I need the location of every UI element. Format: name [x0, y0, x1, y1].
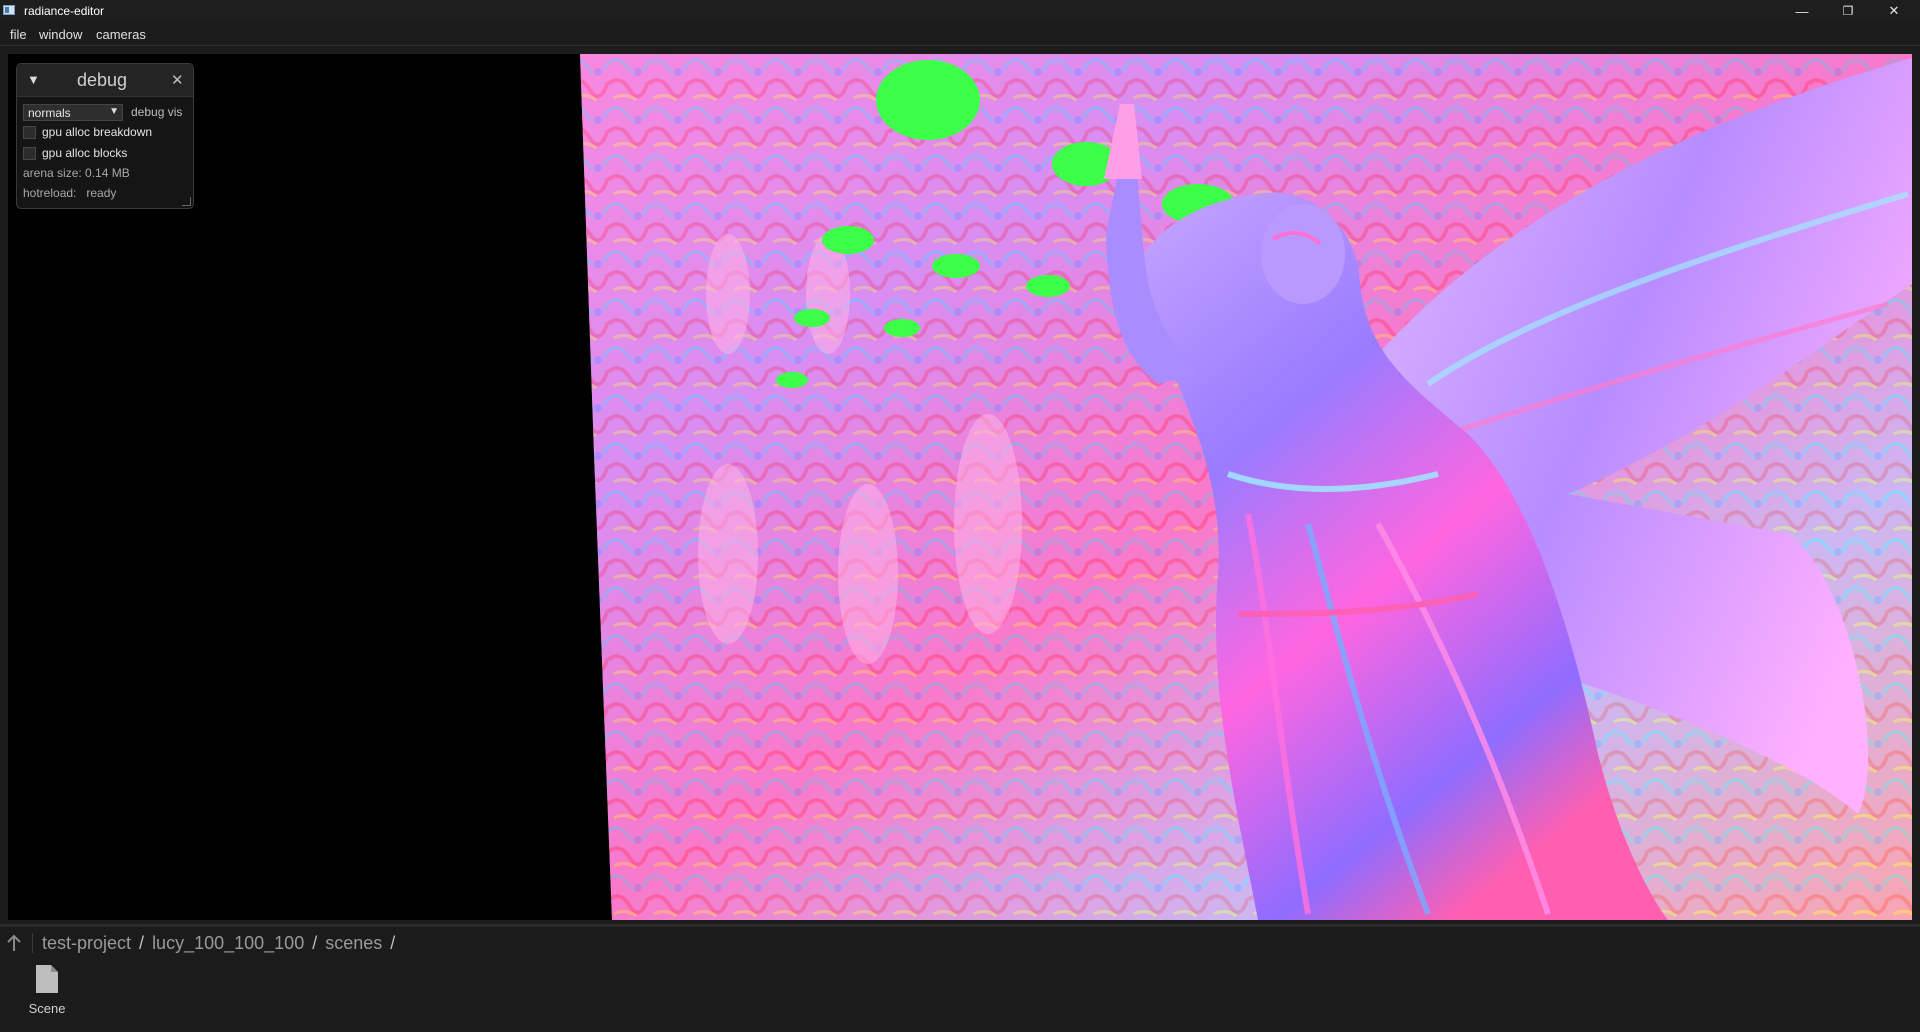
divider [32, 933, 33, 953]
gpu-alloc-breakdown-label: gpu alloc breakdown [42, 125, 153, 139]
normals-render [580, 54, 1912, 920]
debug-vis-label: debug vis [131, 105, 183, 119]
debug-vis-value: normals [28, 106, 71, 120]
hotreload-status: hotreload: ready [23, 186, 117, 200]
breadcrumb-lucy[interactable]: lucy_100_100_100 [152, 933, 304, 953]
close-window-button[interactable]: ✕ [1872, 0, 1916, 22]
window-title: radiance-editor [24, 4, 105, 18]
minimize-button[interactable]: — [1780, 0, 1824, 22]
app-icon [3, 5, 15, 15]
menu-cameras[interactable]: cameras [96, 27, 146, 42]
breadcrumb-separator: / [390, 933, 396, 953]
collapse-triangle-icon[interactable]: ▼ [27, 72, 40, 87]
breadcrumb: test-project / lucy_100_100_100 / scenes / [42, 933, 403, 954]
menu-file[interactable]: file [10, 27, 27, 42]
breadcrumb-separator: / [139, 933, 145, 953]
breadcrumb-separator: / [312, 933, 318, 953]
menu-bar: file window cameras [0, 22, 1920, 46]
gpu-alloc-blocks-label: gpu alloc blocks [42, 146, 128, 160]
close-icon[interactable]: ✕ [171, 71, 184, 89]
file-item-label: Scene [28, 1001, 66, 1016]
file-browser-panel: test-project / lucy_100_100_100 / scenes / Sc… [0, 927, 1920, 1032]
restore-button[interactable]: ❐ [1826, 0, 1870, 22]
gpu-alloc-breakdown-checkbox[interactable] [23, 126, 36, 139]
breadcrumb-test-project[interactable]: test-project [42, 933, 131, 953]
debug-panel-title: debug [77, 70, 128, 90]
debug-panel-header[interactable]: ▼ debug ✕ [17, 64, 193, 97]
title-bar: radiance-editor — ❐ ✕ [0, 0, 1920, 22]
arena-size-text: arena size: 0.14 MB [23, 166, 130, 180]
up-arrow-icon[interactable] [6, 934, 22, 952]
dropdown-arrow-icon: ▼ [109, 106, 119, 117]
debug-panel: ▼ debug ✕ normals ▼ debug vis gpu alloc … [16, 63, 194, 209]
scene-viewport[interactable] [8, 54, 1912, 920]
file-item-scene[interactable]: Scene [22, 963, 72, 1016]
gpu-alloc-blocks-checkbox[interactable] [23, 147, 36, 160]
resize-grip-icon[interactable] [182, 197, 191, 206]
menu-window[interactable]: window [39, 27, 82, 42]
breadcrumb-scenes[interactable]: scenes [325, 933, 382, 953]
file-icon [36, 965, 58, 993]
debug-vis-select[interactable]: normals ▼ [23, 104, 123, 121]
